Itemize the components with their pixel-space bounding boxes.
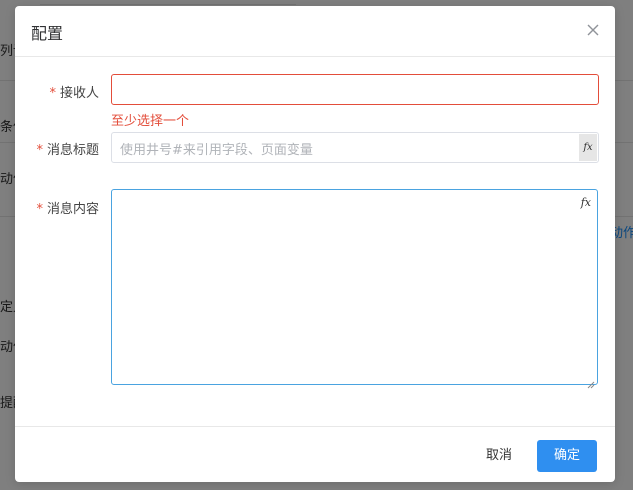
dialog-footer: 取消 确定 [15,426,615,483]
required-mark: * [36,143,43,158]
fx-icon: fx [583,142,593,153]
receiver-input[interactable] [111,74,599,105]
required-mark: * [36,202,43,217]
message-title-label: * 消息标题 [36,139,99,158]
required-mark: * [49,86,56,101]
cancel-button[interactable]: 取消 [471,440,527,472]
fx-icon[interactable]: fx [581,196,591,209]
message-content-label: * 消息内容 [36,198,99,217]
close-icon[interactable] [585,22,601,38]
fx-formula-button[interactable]: fx [579,134,597,161]
dialog-header: 配置 [15,6,615,57]
dialog-title: 配置 [31,24,64,43]
message-title-placeholder: 使用井号#来引用字段、页面变量 [120,143,313,158]
message-title-input[interactable]: 使用井号#来引用字段、页面变量 fx [111,132,599,163]
message-content-label-text: 消息内容 [46,202,99,217]
message-title-label-text: 消息标题 [46,143,99,158]
confirm-button[interactable]: 确定 [537,440,597,472]
receiver-label-text: 接收人 [59,86,99,101]
config-dialog: 配置 * 接收人 至少选择一个 * 消息标题 使用井号#来引用字段、页面变量 fx … [15,6,615,482]
receiver-label: * 接收人 [49,82,99,101]
message-content-textarea[interactable]: fx [111,189,598,389]
receiver-error: 至少选择一个 [111,114,190,129]
resize-handle-icon[interactable] [587,374,595,389]
